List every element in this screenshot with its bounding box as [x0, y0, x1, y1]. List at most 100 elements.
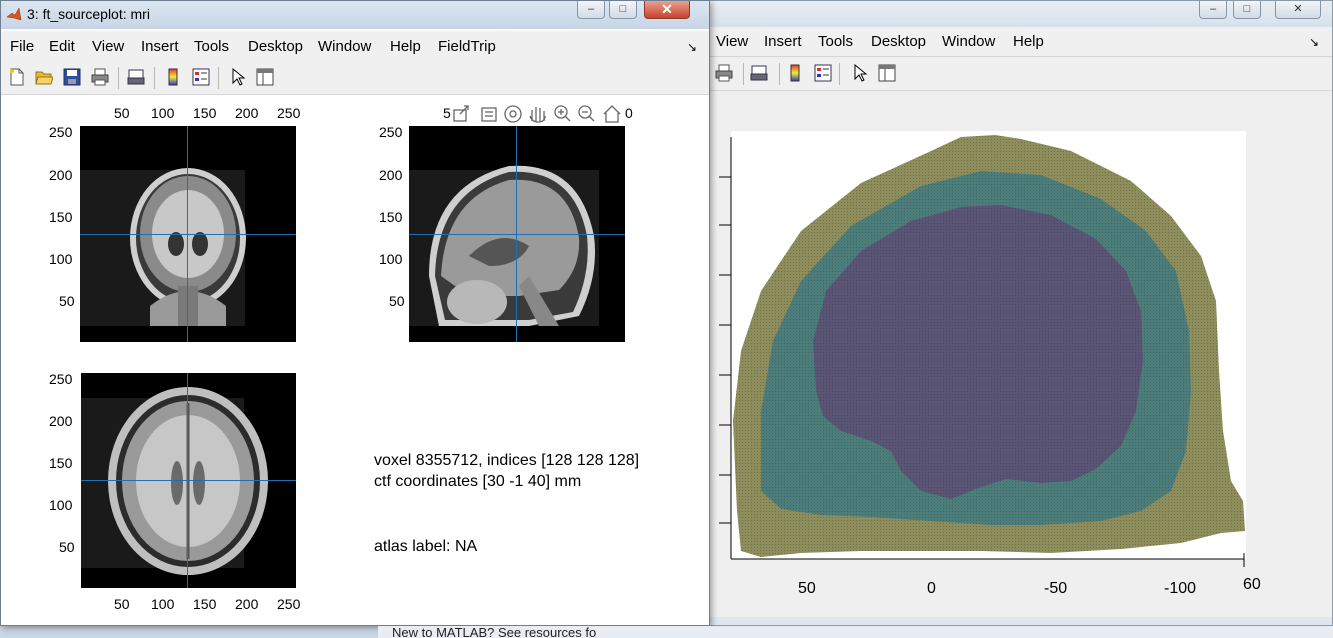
open-folder-icon[interactable]: [33, 66, 55, 88]
coronal-y-tick: 50: [59, 293, 75, 309]
menu-insert[interactable]: Insert: [141, 38, 179, 55]
zoom-in-icon: [554, 105, 571, 122]
sagittal-y-tick: 150: [379, 209, 403, 225]
coronal-y-tick: 250: [49, 124, 73, 140]
menu-tools[interactable]: Tools: [194, 38, 229, 55]
x-tick-label: -100: [1164, 580, 1197, 597]
background-figure-area: 50 0 -50 -100 60: [601, 91, 1332, 617]
dock-arrow-icon[interactable]: ↘: [1309, 35, 1319, 49]
menu-help[interactable]: Help: [1013, 33, 1044, 50]
sagittal-y-tick: 100: [379, 251, 403, 267]
x-tick-label: 50: [798, 580, 816, 597]
coronal-x-tick: 150: [193, 105, 217, 121]
pointer-icon[interactable]: [849, 62, 871, 84]
export-icon: [453, 105, 469, 122]
x-tick-label: -50: [1044, 580, 1068, 597]
coronal-y-tick: 150: [49, 209, 73, 225]
axial-slice-image[interactable]: [81, 373, 296, 588]
dock-arrow-icon[interactable]: ↘: [687, 40, 697, 54]
axes-toolbar: [452, 102, 624, 124]
toolbar-separator: [218, 67, 219, 89]
axial-x-tick: 100: [151, 596, 175, 612]
save-icon[interactable]: [61, 66, 83, 88]
print-preview-icon[interactable]: [748, 62, 770, 84]
menu-edit[interactable]: Edit: [49, 38, 75, 55]
menu-view[interactable]: View: [716, 33, 748, 50]
legend-icon[interactable]: [190, 66, 212, 88]
toolbar-separator: [118, 67, 119, 89]
coordinate-info: ctf coordinates [30 -1 40] mm: [374, 473, 582, 490]
print-preview-icon[interactable]: [125, 66, 147, 88]
toolbar-separator: [154, 67, 155, 89]
property-inspector-icon[interactable]: [254, 66, 276, 88]
close-button[interactable]: ✕: [644, 1, 690, 19]
sagittal-slice-image[interactable]: [409, 126, 625, 342]
maximize-button[interactable]: □: [1233, 1, 1261, 19]
z-tick-label: 60: [1243, 576, 1261, 593]
y-axis-ticks: [719, 176, 731, 524]
new-file-icon[interactable]: [6, 66, 28, 88]
menu-view[interactable]: View: [92, 38, 124, 55]
toolbar-separator: [779, 63, 780, 85]
matlab-help-hint[interactable]: New to MATLAB? See resources fo: [392, 625, 596, 638]
axial-x-tick: 50: [114, 596, 130, 612]
coronal-y-tick: 100: [49, 251, 73, 267]
crosshair-horizontal: [409, 234, 625, 235]
rotate-3d-icon: [504, 105, 522, 123]
menu-file[interactable]: File: [10, 38, 34, 55]
coronal-x-tick: 250: [277, 105, 301, 121]
menu-bar: File Edit View Insert Tools Desktop Wind…: [1, 31, 709, 61]
property-inspector-icon[interactable]: [876, 62, 898, 84]
x-tick-label: 0: [927, 580, 936, 597]
axial-y-tick: 100: [49, 497, 73, 513]
atlas-label: atlas label: NA: [374, 538, 478, 555]
pan-icon: [529, 107, 546, 123]
sagittal-y-tick: 250: [379, 124, 403, 140]
background-toolbar: [601, 57, 1332, 91]
minimize-button[interactable]: –: [577, 1, 605, 19]
head-3d-plot[interactable]: [601, 91, 1333, 621]
sagittal-x-tick-fragment: 0: [625, 105, 633, 121]
axial-y-tick: 150: [49, 455, 73, 471]
coronal-y-tick: 200: [49, 167, 73, 183]
legend-icon[interactable]: [812, 62, 834, 84]
pointer-icon[interactable]: [227, 66, 249, 88]
close-button[interactable]: ✕: [1275, 1, 1321, 19]
voxel-info: voxel 8355712, indices [128 128 128]: [374, 452, 640, 469]
axial-x-tick: 150: [193, 596, 217, 612]
print-icon[interactable]: [89, 66, 111, 88]
axial-x-tick: 250: [277, 596, 301, 612]
brush-icon: [481, 107, 497, 122]
sagittal-y-tick: 200: [379, 167, 403, 183]
home-icon: [603, 105, 621, 123]
matlab-icon: [6, 7, 22, 21]
menu-fieldtrip[interactable]: FieldTrip: [438, 38, 496, 55]
toolbar: [1, 61, 709, 95]
menu-desktop[interactable]: Desktop: [871, 33, 926, 50]
sourceplot-figure-window[interactable]: 3: ft_sourceplot: mri – □ ✕ File Edit Vi…: [0, 0, 710, 626]
coronal-x-tick: 200: [235, 105, 259, 121]
menu-desktop[interactable]: Desktop: [248, 38, 303, 55]
menu-insert[interactable]: Insert: [764, 33, 802, 50]
axial-y-tick: 50: [59, 539, 75, 555]
window-title: 3: ft_sourceplot: mri: [27, 6, 150, 22]
crosshair-horizontal: [81, 480, 296, 481]
maximize-button[interactable]: □: [609, 1, 637, 19]
coronal-slice-image[interactable]: [80, 126, 296, 342]
menu-window[interactable]: Window: [318, 38, 371, 55]
menu-window[interactable]: Window: [942, 33, 995, 50]
sagittal-y-tick: 50: [389, 293, 405, 309]
figure-canvas: 50 100 150 200 250 250 200 150 100 50 5 …: [1, 96, 709, 625]
colorbar-icon[interactable]: [162, 66, 184, 88]
menu-tools[interactable]: Tools: [818, 33, 853, 50]
menu-help[interactable]: Help: [390, 38, 421, 55]
axial-y-tick: 200: [49, 413, 73, 429]
coronal-x-tick: 50: [114, 105, 130, 121]
crosshair-horizontal: [80, 234, 296, 235]
colorbar-icon[interactable]: [784, 62, 806, 84]
minimize-button[interactable]: –: [1199, 1, 1227, 19]
print-icon[interactable]: [713, 62, 735, 84]
toolbar-separator: [839, 63, 840, 85]
background-menu-bar: View Insert Tools Desktop Window Help ↘: [601, 27, 1332, 57]
axial-x-tick: 200: [235, 596, 259, 612]
